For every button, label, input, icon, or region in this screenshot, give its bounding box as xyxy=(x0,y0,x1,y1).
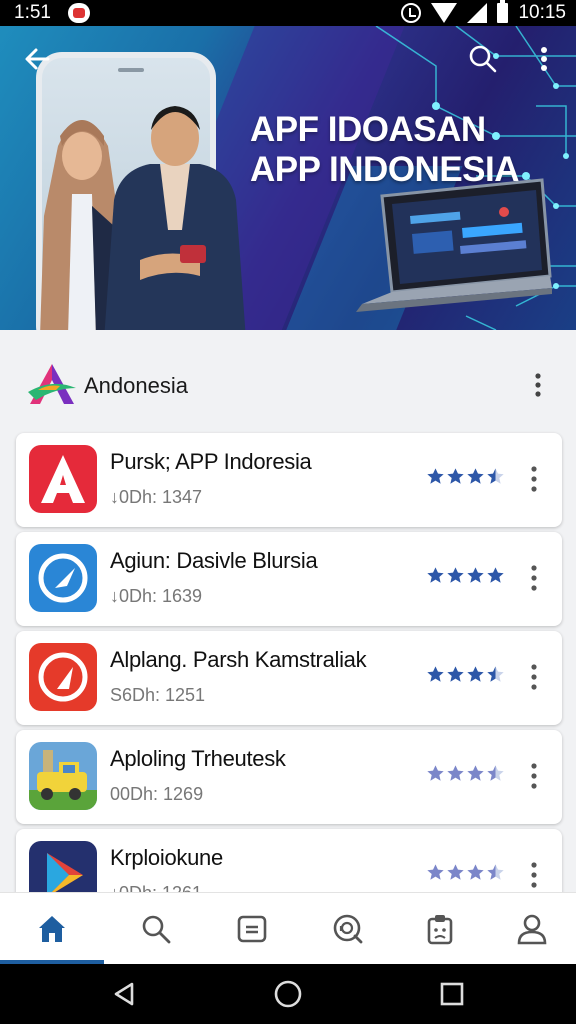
sync-icon xyxy=(401,3,422,23)
hero-banner: APF IDOASAN APP INDONESIA xyxy=(0,26,576,330)
back-arrow-icon[interactable] xyxy=(22,44,52,74)
app-meta: ↓0Dh: 1639 xyxy=(110,586,203,606)
man-figure xyxy=(104,106,246,330)
play-triangle-app-icon xyxy=(29,841,97,892)
laptop-illustration xyxy=(356,178,552,312)
more-vertical-icon[interactable] xyxy=(528,372,548,398)
app-card-2[interactable]: Agiun: Dasivle Blursia ↓0Dh: 1639 xyxy=(16,532,562,626)
star-half-icon xyxy=(487,468,504,484)
more-vertical-icon[interactable] xyxy=(524,859,544,891)
app-title: Krploiokune xyxy=(110,845,223,870)
star-half-icon xyxy=(487,864,504,880)
app-title: Aploling Trheutesk xyxy=(110,746,286,771)
nav-discover[interactable] xyxy=(300,893,396,965)
recents-square-icon[interactable] xyxy=(436,978,468,1010)
nav-clipboard[interactable] xyxy=(392,893,488,965)
star-full-icon xyxy=(447,765,464,781)
rating-stars xyxy=(426,467,505,486)
star-full-icon xyxy=(427,468,444,484)
clipboard-icon xyxy=(427,915,453,945)
status-bar: 1:51 10:15 xyxy=(0,0,576,26)
app-card-1[interactable]: Pursk; APP Indoresia ↓0Dh: 1347 xyxy=(16,433,562,527)
hero-title-line1: APF IDOASAN xyxy=(250,110,486,149)
star-half-icon xyxy=(487,765,504,781)
letter-a-app-icon xyxy=(29,445,97,513)
app-card-3[interactable]: Alplang. Parsh Kamstraliak S6Dh: 1251 xyxy=(16,631,562,725)
app-meta: ↓0Dh: 1261 xyxy=(110,883,202,892)
star-full-icon xyxy=(447,468,464,484)
star-full-icon xyxy=(447,567,464,583)
star-full-icon xyxy=(447,666,464,682)
star-full-icon xyxy=(467,765,484,781)
app-meta: S6Dh: 1251 xyxy=(110,685,206,705)
app-card-4[interactable]: Aploling Trheutesk 00Dh: 1269 xyxy=(16,730,562,824)
profile-icon xyxy=(517,914,547,945)
nav-list[interactable] xyxy=(204,893,300,965)
search-icon xyxy=(142,915,171,944)
more-vertical-icon[interactable] xyxy=(524,463,544,495)
star-full-icon xyxy=(447,864,464,880)
section-title: Andonesia xyxy=(84,373,188,398)
star-full-icon xyxy=(427,666,444,682)
nav-home[interactable] xyxy=(4,893,100,965)
nav-profile[interactable] xyxy=(484,893,576,965)
app-title: Pursk; APP Indoresia xyxy=(110,449,312,474)
andonesia-logo xyxy=(28,364,76,404)
star-full-icon xyxy=(467,666,484,682)
bottom-navigation xyxy=(0,892,576,964)
list-icon xyxy=(237,915,267,943)
more-vertical-icon[interactable] xyxy=(534,44,554,74)
search-icon[interactable] xyxy=(468,44,498,74)
discover-icon xyxy=(333,914,363,944)
phone-notch xyxy=(118,68,144,72)
wifi-icon xyxy=(431,3,458,23)
star-full-icon xyxy=(487,567,504,583)
rating-stars xyxy=(426,665,505,684)
system-navigation-bar xyxy=(0,964,576,1024)
app-meta: 00Dh: 1269 xyxy=(110,784,204,804)
star-full-icon xyxy=(427,765,444,781)
signal-icon xyxy=(467,3,488,23)
battery-icon xyxy=(497,0,509,23)
play-compass-app-icon xyxy=(29,544,97,612)
nav-search[interactable] xyxy=(108,893,204,965)
rating-stars xyxy=(426,566,505,585)
star-full-icon xyxy=(427,864,444,880)
app-card-5[interactable]: Krploiokune ↓0Dh: 1261 xyxy=(16,829,562,892)
home-circle-icon[interactable] xyxy=(272,978,304,1010)
star-full-icon xyxy=(467,468,484,484)
app-title: Agiun: Dasivle Blursia xyxy=(110,548,318,573)
star-half-icon xyxy=(487,666,504,682)
status-icons: 10:15 xyxy=(401,0,566,24)
star-full-icon xyxy=(467,864,484,880)
more-vertical-icon[interactable] xyxy=(524,562,544,594)
app-meta: ↓0Dh: 1347 xyxy=(110,487,203,507)
back-triangle-icon[interactable] xyxy=(108,978,140,1010)
home-icon xyxy=(39,916,65,942)
red-play-app-icon xyxy=(29,643,97,711)
star-full-icon xyxy=(467,567,484,583)
more-vertical-icon[interactable] xyxy=(524,661,544,693)
section-header: Andonesia xyxy=(0,330,576,430)
app-list-section: Andonesia Pursk; APP Indoresia ↓0Dh: 134… xyxy=(0,330,576,892)
status-time-right: 10:15 xyxy=(518,2,566,23)
rating-stars xyxy=(426,863,505,882)
more-vertical-icon[interactable] xyxy=(524,760,544,792)
rating-stars xyxy=(426,764,505,783)
status-time-left: 1:51 xyxy=(14,2,51,23)
truck-game-app-icon xyxy=(29,742,97,810)
app-title: Alplang. Parsh Kamstraliak xyxy=(110,647,367,672)
app-notification-icon xyxy=(68,3,90,23)
star-full-icon xyxy=(427,567,444,583)
